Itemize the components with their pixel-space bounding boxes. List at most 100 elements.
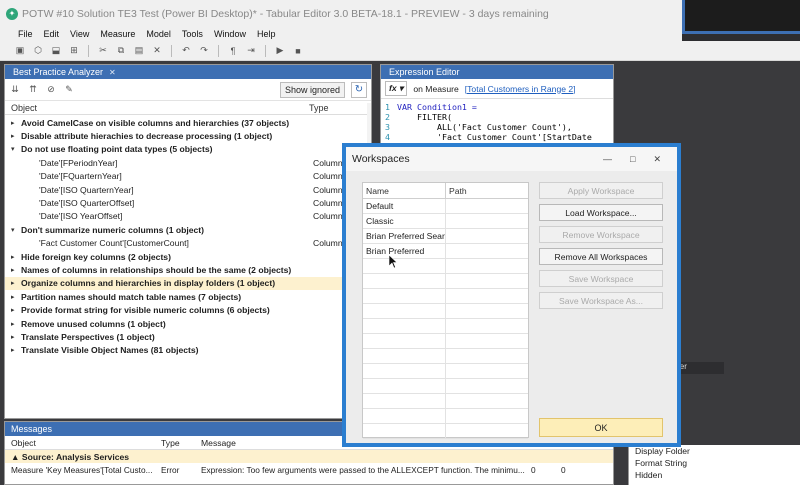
- cut-icon[interactable]: ✂: [97, 45, 109, 57]
- messages-type-header[interactable]: Type: [161, 438, 201, 448]
- close-icon[interactable]: ✕: [109, 68, 116, 77]
- indent-icon[interactable]: ⇥: [245, 45, 257, 57]
- dax-code-editor[interactable]: 1 VAR Condition1 = 2 FILTER(3 ALL('Fact Cu…: [381, 99, 613, 142]
- fix-icon[interactable]: ✎: [63, 84, 75, 96]
- measure-link[interactable]: [Total Customers in Range 2]: [465, 84, 576, 94]
- open-model-icon[interactable]: ⬡: [32, 45, 44, 57]
- empty-row[interactable]: [363, 349, 528, 364]
- paste-icon[interactable]: ▤: [133, 45, 145, 57]
- bpa-object-row[interactable]: 'Date'[ISO YearOffset] Column: [5, 210, 371, 223]
- close-icon[interactable]: ✕: [653, 154, 661, 165]
- bpa-rule-row[interactable]: ▸ Translate Visible Object Names (81 obje…: [5, 344, 371, 357]
- run-icon[interactable]: ▶: [274, 45, 286, 57]
- empty-row[interactable]: [363, 364, 528, 379]
- empty-row[interactable]: [363, 394, 528, 409]
- show-ignored-button[interactable]: Show ignored: [279, 81, 345, 98]
- expand-caret-icon[interactable]: ▸: [5, 279, 15, 287]
- expand-caret-icon[interactable]: ▸: [5, 266, 15, 274]
- bpa-rule-row[interactable]: ▸ Names of columns in relationships shoul…: [5, 263, 371, 276]
- delete-icon[interactable]: ✕: [151, 45, 163, 57]
- workspace-row[interactable]: Default: [363, 199, 528, 214]
- remove-all-workspaces-button[interactable]: Remove All Workspaces: [539, 248, 663, 265]
- expand-caret-icon[interactable]: ▸: [5, 333, 15, 341]
- menu-tools[interactable]: Tools: [182, 29, 203, 39]
- bpa-rule-row[interactable]: ▸ Partition names should match table name…: [5, 290, 371, 303]
- collapse-all-icon[interactable]: ⇈: [27, 84, 39, 96]
- ignore-icon[interactable]: ⊘: [45, 84, 57, 96]
- copy-icon[interactable]: ⧉: [115, 45, 127, 57]
- object-column-header[interactable]: Object: [5, 103, 307, 113]
- menu-model[interactable]: Model: [146, 29, 171, 39]
- expand-caret-icon[interactable]: ▸: [5, 132, 15, 140]
- bpa-object-row[interactable]: 'Date'[ISO QuarternYear] Column: [5, 183, 371, 196]
- empty-row[interactable]: [363, 424, 528, 439]
- empty-row[interactable]: [363, 259, 528, 274]
- bpa-object-row[interactable]: 'Date'[FQuarternYear] Column: [5, 170, 371, 183]
- property-format-string[interactable]: Format String: [629, 457, 800, 469]
- menu-help[interactable]: Help: [257, 29, 276, 39]
- bpa-rule-row[interactable]: ▾ Do not use floating point data types (5…: [5, 143, 371, 156]
- expand-caret-icon[interactable]: ▸: [5, 253, 15, 261]
- stop-icon[interactable]: ■: [292, 45, 304, 57]
- bpa-object-row[interactable]: 'Date'[FPeriodnYear] Column: [5, 156, 371, 169]
- save-icon[interactable]: ▣: [14, 45, 26, 57]
- format-icon[interactable]: ¶: [227, 45, 239, 57]
- workspace-row[interactable]: Brian Preferred: [363, 244, 528, 259]
- bpa-rule-row[interactable]: ▾ Don't summarize numeric columns (1 obje…: [5, 223, 371, 236]
- workspace-row[interactable]: Classic: [363, 214, 528, 229]
- bpa-rule-row[interactable]: ▸ Remove unused columns (1 object): [5, 317, 371, 330]
- minimize-icon[interactable]: —: [603, 154, 612, 165]
- ok-button[interactable]: OK: [539, 418, 663, 437]
- fx-dropdown[interactable]: fx ▾: [385, 81, 408, 96]
- property-hidden[interactable]: Hidden: [629, 469, 800, 481]
- redo-icon[interactable]: ↷: [198, 45, 210, 57]
- messages-object-header[interactable]: Object: [5, 438, 161, 448]
- empty-row[interactable]: [363, 409, 528, 424]
- bpa-object-row[interactable]: 'Fact Customer Count'[CustomerCount] Colu…: [5, 237, 371, 250]
- empty-row[interactable]: [363, 379, 528, 394]
- bpa-tab[interactable]: Best Practice Analyzer ✕: [5, 65, 371, 79]
- menu-window[interactable]: Window: [214, 29, 246, 39]
- refresh-icon[interactable]: ↻: [351, 81, 367, 98]
- empty-row[interactable]: [363, 274, 528, 289]
- remove-workspace-button[interactable]: Remove Workspace: [539, 226, 663, 243]
- load-workspace-button[interactable]: Load Workspace...: [539, 204, 663, 221]
- bpa-object-row[interactable]: 'Date'[ISO QuarterOffset] Column: [5, 196, 371, 209]
- workspace-row[interactable]: Brian Preferred Sear...: [363, 229, 528, 244]
- name-column-header[interactable]: Name: [363, 183, 446, 198]
- expand-caret-icon[interactable]: ▸: [5, 293, 15, 301]
- empty-row[interactable]: [363, 289, 528, 304]
- save-workspace-as-button[interactable]: Save Workspace As...: [539, 292, 663, 309]
- menu-view[interactable]: View: [70, 29, 89, 39]
- undo-icon[interactable]: ↶: [180, 45, 192, 57]
- bpa-rule-row[interactable]: ▸ Disable attribute hierachies to decreas…: [5, 129, 371, 142]
- bpa-rule-row[interactable]: ▸ Avoid CamelCase on visible columns and …: [5, 116, 371, 129]
- empty-row[interactable]: [363, 334, 528, 349]
- expand-caret-icon[interactable]: ▸: [5, 306, 15, 314]
- expand-caret-icon[interactable]: ▸: [5, 346, 15, 354]
- expand-all-icon[interactable]: ⇊: [9, 84, 21, 96]
- bpa-rule-row[interactable]: ▸ Hide foreign key columns (2 objects): [5, 250, 371, 263]
- messages-group-row[interactable]: ▲ Source: Analysis Services: [5, 450, 613, 463]
- bpa-rule-row[interactable]: ▸ Translate Perspectives (1 object): [5, 330, 371, 343]
- expand-caret-icon[interactable]: ▾: [5, 226, 15, 234]
- bpa-rule-row[interactable]: ▸ Provide format string for visible numer…: [5, 303, 371, 316]
- menu-measure[interactable]: Measure: [100, 29, 135, 39]
- expand-caret-icon[interactable]: ▸: [5, 119, 15, 127]
- maximize-icon[interactable]: □: [630, 154, 635, 165]
- message-row[interactable]: Measure 'Key Measures'[Total Custo... Er…: [5, 463, 613, 476]
- expand-caret-icon[interactable]: ▸: [5, 320, 15, 328]
- type-column-header[interactable]: Type: [307, 103, 329, 113]
- empty-row[interactable]: [363, 319, 528, 334]
- menu-edit[interactable]: Edit: [44, 29, 60, 39]
- menu-file[interactable]: File: [18, 29, 33, 39]
- connect-icon[interactable]: ⊞: [68, 45, 80, 57]
- expression-editor-tab[interactable]: Expression Editor: [381, 65, 613, 79]
- path-column-header[interactable]: Path: [446, 183, 470, 198]
- apply-workspace-button[interactable]: Apply Workspace: [539, 182, 663, 199]
- empty-row[interactable]: [363, 304, 528, 319]
- deploy-icon[interactable]: ⬓: [50, 45, 62, 57]
- expand-caret-icon[interactable]: ▾: [5, 145, 15, 153]
- bpa-rule-row[interactable]: ▸ Organize columns and hierarchies in dis…: [5, 276, 371, 291]
- messages-message-header[interactable]: Message: [201, 438, 236, 448]
